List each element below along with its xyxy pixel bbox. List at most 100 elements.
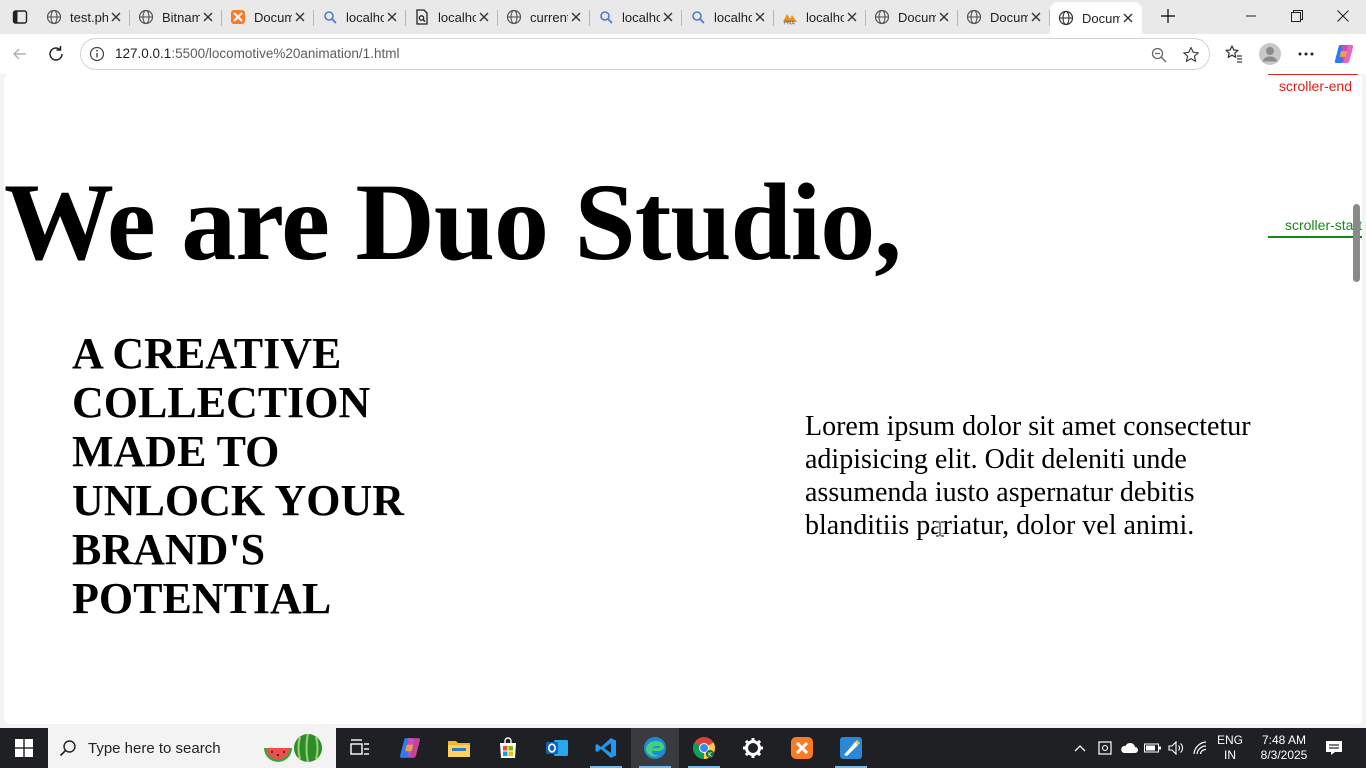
favorite-star-icon[interactable]: [1179, 43, 1203, 67]
store-icon: [500, 737, 516, 758]
close-window-button[interactable]: [1320, 0, 1366, 32]
vscode-icon: [595, 738, 616, 758]
browser-toolbar: 127.0.0.1:5500/locomotive%20animation/1.…: [0, 34, 1366, 74]
phpmyadmin-icon: PMA: [782, 9, 798, 25]
speaker-icon: [1168, 741, 1183, 755]
tab-list: test.php Bitnami Document localhost loca…: [38, 2, 1142, 34]
tab-title: Document: [1082, 10, 1120, 26]
close-icon[interactable]: [108, 9, 124, 25]
tab[interactable]: localhost: [682, 2, 774, 32]
refresh-button[interactable]: [42, 40, 70, 68]
task-view-icon: [350, 739, 369, 755]
tab-actions-icon: [12, 10, 28, 24]
close-icon[interactable]: [844, 9, 860, 25]
edge-button[interactable]: [631, 728, 679, 768]
tab[interactable]: Bitnami: [130, 2, 222, 32]
close-icon[interactable]: [384, 9, 400, 25]
gear-icon: [743, 738, 763, 758]
task-view-button[interactable]: [336, 728, 384, 768]
close-icon[interactable]: [1120, 10, 1136, 26]
onedrive-button[interactable]: [1117, 728, 1141, 768]
close-icon[interactable]: [752, 9, 768, 25]
close-icon[interactable]: [1028, 9, 1044, 25]
settings-more-button[interactable]: [1292, 40, 1320, 68]
clock-button[interactable]: 7:48 AM 8/3/2025: [1252, 728, 1316, 768]
profile-button[interactable]: [1256, 40, 1284, 68]
outlook-button[interactable]: [533, 728, 581, 768]
tab-title: test.php: [70, 9, 108, 25]
tab-title: Bitnami: [162, 9, 200, 25]
chevron-up-icon: [1074, 745, 1086, 752]
tab[interactable]: current: [498, 2, 590, 32]
globe-icon: [1058, 10, 1074, 26]
restore-button[interactable]: [1274, 0, 1320, 32]
site-info-icon[interactable]: [89, 46, 105, 62]
zoom-out-icon[interactable]: [1147, 43, 1171, 67]
tab[interactable]: test.php: [38, 2, 130, 32]
globe-icon: [874, 9, 890, 25]
search-icon: [48, 728, 88, 768]
network-button[interactable]: [1189, 728, 1211, 768]
language-indicator[interactable]: ENG IN: [1212, 728, 1248, 768]
close-icon: [1337, 10, 1349, 22]
battery-button[interactable]: [1142, 728, 1164, 768]
search-icon: [598, 9, 614, 25]
tab[interactable]: Document: [866, 2, 958, 32]
address-bar[interactable]: 127.0.0.1:5500/locomotive%20animation/1.…: [80, 38, 1210, 70]
tab-title: localhost: [622, 9, 660, 25]
close-icon[interactable]: [476, 9, 492, 25]
clock-date: 8/3/2025: [1260, 748, 1308, 762]
copilot-taskbar-button[interactable]: [386, 728, 434, 768]
intro-paragraph: Lorem ipsum dolor sit amet consectetur a…: [805, 411, 1251, 541]
file-explorer-button[interactable]: [435, 728, 483, 768]
vertical-scrollbar-thumb[interactable]: [1353, 204, 1360, 282]
tab[interactable]: localhost: [314, 2, 406, 32]
close-icon[interactable]: [936, 9, 952, 25]
tab-title: Document: [990, 9, 1028, 25]
close-icon[interactable]: [200, 9, 216, 25]
tab-title: Document: [898, 9, 936, 25]
paint-icon: [840, 737, 862, 759]
tab[interactable]: localhost: [590, 2, 682, 32]
volume-button[interactable]: [1165, 728, 1187, 768]
minimize-button[interactable]: [1228, 0, 1274, 32]
close-icon[interactable]: [292, 9, 308, 25]
tab-active[interactable]: Document: [1050, 2, 1142, 34]
close-icon[interactable]: [660, 9, 676, 25]
tagline-heading: A CREATIVE COLLECTION MADE TO UNLOCK YOU…: [72, 329, 405, 623]
vscode-button[interactable]: [582, 728, 630, 768]
copilot-button[interactable]: [1330, 40, 1358, 68]
back-button[interactable]: [6, 40, 34, 68]
start-button[interactable]: [0, 728, 48, 768]
close-icon[interactable]: [568, 9, 584, 25]
clock-time: 7:48 AM: [1261, 733, 1307, 747]
tab[interactable]: Document: [222, 2, 314, 32]
xampp-button[interactable]: [778, 728, 826, 768]
tab[interactable]: PMA localhost: [774, 2, 866, 32]
tab[interactable]: Document: [958, 2, 1050, 32]
notifications-button[interactable]: [1318, 728, 1350, 768]
tab[interactable]: localhost: [406, 2, 498, 32]
more-dots-icon: [1298, 52, 1314, 56]
page-viewport[interactable]: scroller-end We are Duo Studio, scroller…: [4, 74, 1362, 724]
url-text[interactable]: 127.0.0.1:5500/locomotive%20animation/1.…: [115, 46, 399, 61]
settings-button[interactable]: [729, 728, 777, 768]
show-hidden-icons-button[interactable]: [1068, 728, 1092, 768]
new-tab-button[interactable]: [1156, 4, 1180, 28]
outlook-icon: [546, 740, 568, 756]
favorites-button[interactable]: [1220, 40, 1248, 68]
scroller-start-marker: scroller-start: [1284, 217, 1362, 233]
chrome-button[interactable]: K: [680, 728, 728, 768]
microsoft-store-button[interactable]: [484, 728, 532, 768]
taskbar-search-box[interactable]: Type here to search: [48, 728, 336, 768]
wifi-icon: [1193, 741, 1207, 755]
tray-meet-button[interactable]: [1094, 728, 1116, 768]
tab-actions-button[interactable]: [6, 4, 34, 30]
refresh-icon: [49, 46, 63, 61]
folder-icon: [448, 741, 470, 757]
windows-taskbar: Type here to search K ENG IN 7:48 AM 8/3…: [0, 728, 1366, 768]
paint-button[interactable]: [827, 728, 875, 768]
cloud-icon: [1121, 742, 1138, 753]
svg-text:PMA: PMA: [784, 21, 795, 26]
tab-title: Document: [254, 9, 292, 25]
